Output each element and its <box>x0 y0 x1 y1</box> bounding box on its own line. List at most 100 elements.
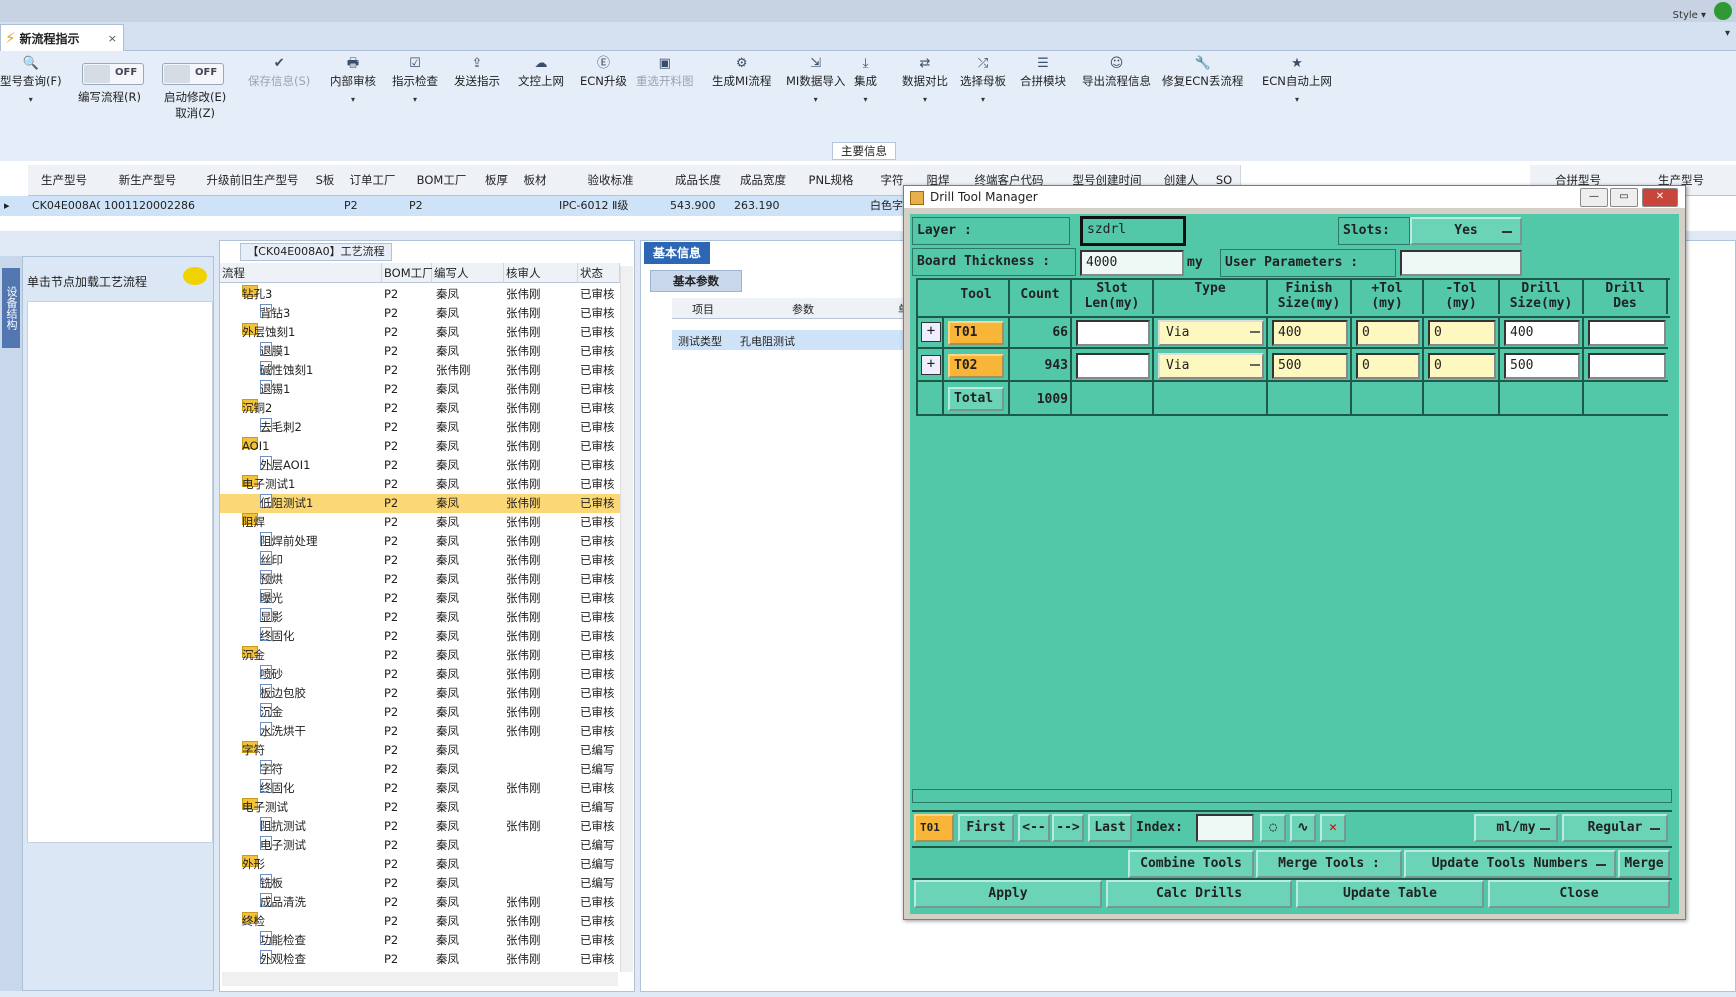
toolbar-button-10[interactable]: ⤓ 集成 ▾ <box>854 55 877 104</box>
bulb-icon[interactable]: ◌ <box>1260 814 1286 842</box>
update-tools-numbers-button[interactable]: Update Tools Numbers <box>1404 850 1616 878</box>
tree-col-header[interactable]: 编写人 <box>432 263 504 283</box>
tree-row[interactable]: 板边包胶 P2 秦凤 张伟刚 已审核 <box>220 684 630 703</box>
tree-col-header[interactable]: BOM工厂 <box>382 263 434 283</box>
toggle2-switch[interactable]: OFF <box>162 63 224 85</box>
tree-row[interactable]: −沉铜2P2秦凤张伟刚已审核 <box>220 399 630 418</box>
tree-row[interactable]: 外观检查 P2 秦凤 张伟刚 已审核 <box>220 950 630 969</box>
dropdown-arrow-icon[interactable]: ▾ <box>0 95 62 104</box>
tree-row[interactable]: −沉金P2秦凤张伟刚已审核 <box>220 646 630 665</box>
tree-row[interactable]: −字符P2秦凤已编写 <box>220 741 630 760</box>
tree-row[interactable]: 退膜1 P2 秦凤 张伟刚 已审核 <box>220 342 630 361</box>
tree-col-header[interactable]: 状态 <box>578 263 620 283</box>
dropdown-arrow-icon[interactable]: ▾ <box>1262 95 1332 104</box>
units-select[interactable]: ml/my <box>1474 814 1558 842</box>
tree-row[interactable]: 曝光 P2 秦凤 张伟刚 已审核 <box>220 589 630 608</box>
grid-col-header[interactable]: 升级前旧生产型号 <box>195 165 311 196</box>
chevron-down-icon[interactable]: ▾ <box>1725 28 1730 39</box>
tree-row[interactable]: −电子测试P2秦凤已编写 <box>220 798 630 817</box>
toggle1-switch[interactable]: OFF <box>82 63 144 85</box>
plus-tol-input[interactable]: 0 <box>1356 353 1420 379</box>
dropdown-arrow-icon[interactable]: ▾ <box>902 95 948 104</box>
dropdown-arrow-icon[interactable]: ▾ <box>960 95 1006 104</box>
basic-params-row[interactable]: 测试类型 孔电阻测试 <box>672 330 912 350</box>
expand-row-icon[interactable]: + <box>921 355 941 375</box>
tree-row[interactable]: 退锡1 P2 秦凤 张伟刚 已审核 <box>220 380 630 399</box>
close-button[interactable]: ✕ <box>1642 188 1678 207</box>
update-table-button[interactable]: Update Table <box>1296 880 1484 908</box>
grid-col-header[interactable]: 成品宽度 <box>730 165 797 196</box>
toolbar-button-13[interactable]: ☰ 合拼模块 <box>1020 55 1066 89</box>
mode-select[interactable]: Regular <box>1562 814 1668 842</box>
toolbar-button-0[interactable]: 🔍 型号查询(F) ▾ <box>0 55 62 104</box>
tree-row[interactable]: 铣板 P2 秦凤 已编写 <box>220 874 630 893</box>
toolbar-button-15[interactable]: 🔧 修复ECN丢流程 <box>1162 55 1243 89</box>
drill-des-input[interactable] <box>1588 320 1666 346</box>
tree-row[interactable]: −外形P2秦凤已编写 <box>220 855 630 874</box>
wave-icon[interactable]: ∿ <box>1290 814 1316 842</box>
grid-col-header[interactable]: 订单工厂 <box>340 165 406 196</box>
dialog-titlebar[interactable]: Drill Tool Manager — ▭ ✕ <box>904 186 1685 208</box>
tool-id[interactable]: T01 <box>948 321 1004 345</box>
toolbar-button-14[interactable]: ☺ 导出流程信息 <box>1082 55 1151 89</box>
tree-row[interactable]: 碱性蚀刻1 P2 张伟刚 张伟刚 已审核 <box>220 361 630 380</box>
toolbar-button-7[interactable]: ▣ 重选开料图 <box>636 55 694 89</box>
merge-tools-button[interactable]: Merge Tools : <box>1256 850 1402 878</box>
layer-input[interactable]: szdrl <box>1080 216 1186 246</box>
slot-length-input[interactable] <box>1076 353 1150 379</box>
dropdown-arrow-icon[interactable]: ▾ <box>330 95 376 104</box>
toolbar-button-6[interactable]: Ⓔ ECN升级 <box>580 55 627 89</box>
type-select[interactable]: Via <box>1158 320 1264 346</box>
toolbar-button-8[interactable]: ⚙ 生成MI流程 <box>712 55 771 89</box>
minus-tol-input[interactable]: 0 <box>1428 353 1496 379</box>
tab-basic-info[interactable]: 基本信息 <box>644 242 710 264</box>
finish-size-input[interactable]: 500 <box>1272 353 1348 379</box>
tree-row[interactable]: 成品清洗 P2 秦凤 张伟刚 已审核 <box>220 893 630 912</box>
finish-size-input[interactable]: 400 <box>1272 320 1348 346</box>
tree-col-header[interactable]: 流程 <box>220 263 382 283</box>
toolbar-button-4[interactable]: ⇪ 发送指示 <box>454 55 500 89</box>
tree-row[interactable]: 丝印 P2 秦凤 张伟刚 已审核 <box>220 551 630 570</box>
dropdown-arrow-icon[interactable]: ▾ <box>854 95 877 104</box>
drill-size-input[interactable]: 500 <box>1504 353 1580 379</box>
close-dialog-button[interactable]: Close <box>1488 880 1670 908</box>
maximize-button[interactable]: ▭ <box>1610 188 1638 207</box>
toolbar-button-11[interactable]: ⇄ 数据对比 ▾ <box>902 55 948 104</box>
style-label[interactable]: Style ▾ <box>1673 10 1706 21</box>
minus-tol-input[interactable]: 0 <box>1428 320 1496 346</box>
tree-row[interactable]: 终固化 P2 秦凤 张伟刚 已审核 <box>220 779 630 798</box>
tree-row[interactable]: 阻抗测试 P2 秦凤 张伟刚 已审核 <box>220 817 630 836</box>
toolbar-button-5[interactable]: ☁ 文控上网 <box>518 55 564 89</box>
grid-col-header[interactable]: BOM工厂 <box>405 165 479 196</box>
toolbar-button-9[interactable]: ⇲ MI数据导入 ▾ <box>786 55 845 104</box>
tree-row[interactable]: 低阻测试1 P2 秦凤 张伟刚 已审核 <box>220 494 630 513</box>
user-params-input[interactable] <box>1400 250 1522 276</box>
close-icon[interactable]: × <box>108 32 117 45</box>
toolbar-button-12[interactable]: ⤮ 选择母板 ▾ <box>960 55 1006 104</box>
grid-col-header[interactable]: S板 <box>310 165 341 196</box>
tree-row[interactable]: 喷砂 P2 秦凤 张伟刚 已审核 <box>220 665 630 684</box>
dropdown-arrow-icon[interactable]: ▾ <box>786 95 845 104</box>
tree-row[interactable]: 外层AOI1 P2 秦凤 张伟刚 已审核 <box>220 456 630 475</box>
tree-row[interactable]: −终检P2秦凤张伟刚已审核 <box>220 912 630 931</box>
tree-row[interactable]: −外层蚀刻1P2秦凤张伟刚已审核 <box>220 323 630 342</box>
tree-row[interactable]: 阻焊前处理 P2 秦凤 张伟刚 已审核 <box>220 532 630 551</box>
prev-button[interactable]: <-- <box>1018 814 1050 842</box>
tree-horizontal-scrollbar[interactable] <box>222 972 618 986</box>
tree-row[interactable]: 背钻3 P2 秦凤 张伟刚 已审核 <box>220 304 630 323</box>
type-select[interactable]: Via <box>1158 353 1264 379</box>
thickness-input[interactable]: 4000 <box>1080 250 1184 276</box>
tree-row[interactable]: −阻焊P2秦凤张伟刚已审核 <box>220 513 630 532</box>
drill-size-input[interactable]: 400 <box>1504 320 1580 346</box>
tool-id[interactable]: T02 <box>948 354 1004 378</box>
toolbar-button-3[interactable]: ☑ 指示检查 ▾ <box>392 55 438 104</box>
grid-col-header[interactable]: 板厚 <box>478 165 516 196</box>
tree-row[interactable]: 终固化 P2 秦凤 张伟刚 已审核 <box>220 627 630 646</box>
grid-col-header[interactable]: 成品长度 <box>666 165 731 196</box>
tab-basic-params[interactable]: 基本参数 <box>650 270 742 292</box>
tree-row[interactable]: 功能检查 P2 秦凤 张伟刚 已审核 <box>220 931 630 950</box>
delete-icon[interactable]: ✕ <box>1320 814 1346 842</box>
apply-button[interactable]: Apply <box>914 880 1102 908</box>
toolbar-button-16[interactable]: ★ ECN自动上网 ▾ <box>1262 55 1332 104</box>
slot-length-input[interactable] <box>1076 320 1150 346</box>
